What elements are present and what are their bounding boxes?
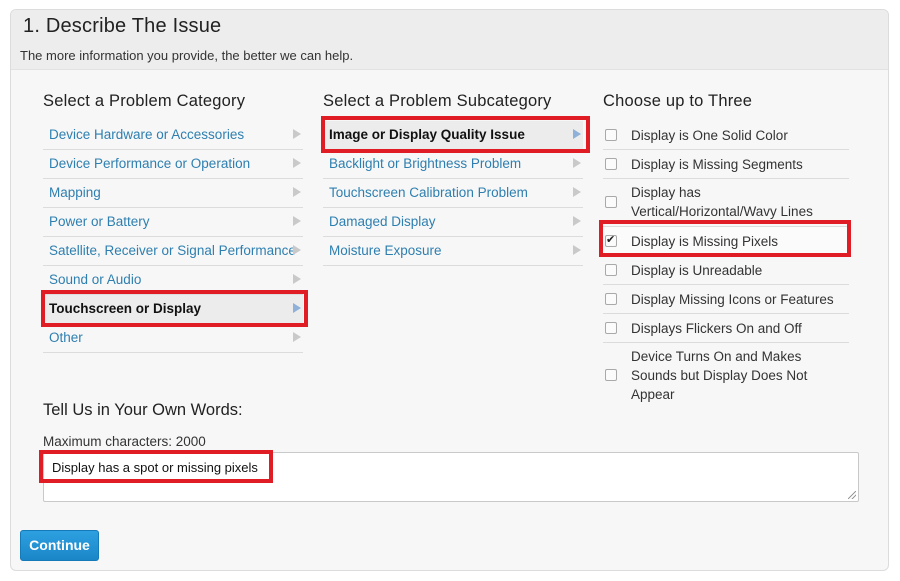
choice-label: Display is Missing Segments: [631, 157, 803, 172]
subcategory-label: Damaged Display: [329, 214, 436, 229]
textarea-value: Display has a spot or missing pixels: [52, 460, 258, 475]
choices-heading: Choose up to Three: [603, 92, 753, 110]
own-words-heading: Tell Us in Your Own Words:: [43, 401, 243, 419]
subcategory-label: Moisture Exposure: [329, 243, 442, 258]
chevron-right-icon: [573, 245, 581, 255]
checkbox[interactable]: [605, 129, 617, 141]
chevron-right-icon: [293, 274, 301, 284]
checkbox-checked[interactable]: [605, 233, 617, 247]
category-label: Satellite, Receiver or Signal Performanc…: [49, 243, 296, 258]
category-heading: Select a Problem Category: [43, 92, 246, 110]
checkbox[interactable]: [605, 196, 617, 208]
issue-description-textarea[interactable]: Display has a spot or missing pixels: [43, 452, 859, 502]
category-item-mapping[interactable]: Mapping: [43, 179, 303, 208]
subcategory-item-backlight[interactable]: Backlight or Brightness Problem: [323, 150, 583, 179]
subcategory-label: Touchscreen Calibration Problem: [329, 185, 528, 200]
category-item-other[interactable]: Other: [43, 324, 303, 353]
chevron-right-icon: [293, 332, 301, 342]
checkbox[interactable]: [605, 293, 617, 305]
choice-lines[interactable]: Display has Vertical/Horizontal/Wavy Lin…: [603, 179, 849, 227]
chevron-right-icon: [293, 303, 301, 313]
choice-missing-pixels[interactable]: Display is Missing Pixels: [603, 227, 849, 256]
chevron-right-icon: [573, 187, 581, 197]
choice-label-line3: Appear: [631, 387, 675, 402]
choice-label: Display is One Solid Color: [631, 128, 788, 143]
subcategory-item-damaged[interactable]: Damaged Display: [323, 208, 583, 237]
chevron-right-icon: [293, 245, 301, 255]
category-label: Sound or Audio: [49, 272, 142, 287]
choice-label: Display is Unreadable: [631, 263, 763, 278]
category-item-sound-audio[interactable]: Sound or Audio: [43, 266, 303, 295]
describe-issue-panel: 1. Describe The Issue The more informati…: [10, 9, 889, 571]
chevron-right-icon: [293, 216, 301, 226]
choice-solid-color[interactable]: Display is One Solid Color: [603, 121, 849, 150]
subcategory-item-calibration[interactable]: Touchscreen Calibration Problem: [323, 179, 583, 208]
choice-label-line1: Display has: [631, 185, 701, 200]
choice-label: Device Turns On and Makes Sounds but Dis…: [631, 347, 807, 404]
choice-label: Display is Missing Pixels: [631, 234, 779, 249]
choice-label-line2: Sounds but Display Does Not: [631, 368, 808, 383]
choice-unreadable[interactable]: Display is Unreadable: [603, 256, 849, 285]
chevron-right-icon: [573, 216, 581, 226]
choices-list: Display is One Solid Color Display is Mi…: [603, 121, 849, 409]
section-title: 1. Describe The Issue: [23, 15, 222, 37]
checkbox[interactable]: [605, 369, 617, 381]
continue-button[interactable]: Continue: [20, 530, 99, 561]
chevron-right-icon: [293, 129, 301, 139]
category-label: Device Hardware or Accessories: [49, 127, 245, 142]
choice-label-line2: Vertical/Horizontal/Wavy Lines: [631, 204, 813, 219]
subcategory-label: Image or Display Quality Issue: [329, 127, 525, 142]
category-list: Device Hardware or Accessories Device Pe…: [43, 121, 303, 353]
checkbox[interactable]: [605, 264, 617, 276]
max-characters-note: Maximum characters: 2000: [43, 434, 206, 449]
choice-turns-on-sounds[interactable]: Device Turns On and Makes Sounds but Dis…: [603, 343, 849, 409]
choice-label-line1: Device Turns On and Makes: [631, 349, 802, 364]
choice-missing-icons[interactable]: Display Missing Icons or Features: [603, 285, 849, 314]
panel-header: 1. Describe The Issue The more informati…: [11, 10, 888, 70]
category-label: Touchscreen or Display: [49, 301, 202, 316]
section-subtitle: The more information you provide, the be…: [20, 48, 354, 63]
category-item-satellite[interactable]: Satellite, Receiver or Signal Performanc…: [43, 237, 303, 266]
chevron-right-icon: [293, 187, 301, 197]
category-label: Device Performance or Operation: [49, 156, 251, 171]
category-label: Other: [49, 330, 83, 345]
category-item-power-battery[interactable]: Power or Battery: [43, 208, 303, 237]
subcategory-heading: Select a Problem Subcategory: [323, 92, 552, 110]
resize-grip-icon[interactable]: [848, 491, 856, 499]
category-item-device-performance[interactable]: Device Performance or Operation: [43, 150, 303, 179]
category-item-touchscreen-display[interactable]: Touchscreen or Display: [43, 295, 303, 324]
checkbox[interactable]: [605, 158, 617, 170]
choice-label: Display has Vertical/Horizontal/Wavy Lin…: [631, 183, 813, 221]
category-item-device-hardware[interactable]: Device Hardware or Accessories: [43, 121, 303, 150]
choice-flickers[interactable]: Displays Flickers On and Off: [603, 314, 849, 343]
subcategory-list: Image or Display Quality Issue Backlight…: [323, 121, 583, 266]
choice-missing-segments[interactable]: Display is Missing Segments: [603, 150, 849, 179]
chevron-right-icon: [573, 158, 581, 168]
category-label: Power or Battery: [49, 214, 150, 229]
choice-label: Displays Flickers On and Off: [631, 321, 802, 336]
subcategory-item-moisture[interactable]: Moisture Exposure: [323, 237, 583, 266]
checkbox[interactable]: [605, 322, 617, 334]
chevron-right-icon: [573, 129, 581, 139]
subcategory-label: Backlight or Brightness Problem: [329, 156, 522, 171]
subcategory-item-image-quality[interactable]: Image or Display Quality Issue: [323, 121, 583, 150]
choice-label: Display Missing Icons or Features: [631, 292, 834, 307]
chevron-right-icon: [293, 158, 301, 168]
category-label: Mapping: [49, 185, 101, 200]
